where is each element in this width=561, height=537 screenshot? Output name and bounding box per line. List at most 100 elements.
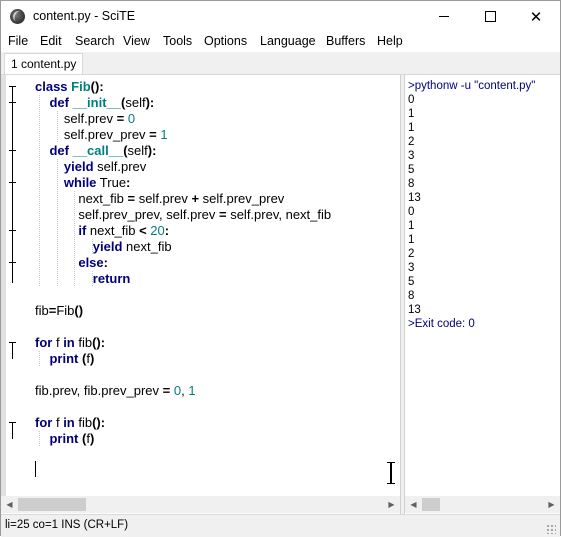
code-line[interactable]: fib.prev, fib.prev_prev = 0, 1 [35, 383, 331, 399]
maximize-button[interactable] [467, 1, 513, 32]
indent-guide [39, 143, 40, 159]
menu-file[interactable]: File [8, 34, 28, 48]
output-line: 0 [408, 206, 415, 218]
code-line[interactable]: for f in fib(): [35, 415, 331, 431]
output-line: 5 [408, 276, 415, 288]
code-line[interactable]: print (f) [35, 431, 331, 447]
scroll-right-icon[interactable]: ▶ [383, 496, 400, 513]
code-token: = [127, 191, 136, 206]
fold-margin[interactable] [6, 75, 20, 496]
resize-grip-icon[interactable] [546, 524, 556, 534]
menu-tools[interactable]: Tools [163, 34, 192, 48]
indent-guide [91, 239, 93, 255]
code-line[interactable]: self.prev = 0 [35, 111, 331, 127]
code-line[interactable]: yield self.prev [35, 159, 331, 175]
code-token: in [63, 335, 75, 350]
code-line[interactable] [35, 319, 331, 335]
menu-language[interactable]: Language [260, 34, 316, 48]
indent-guide [56, 255, 58, 271]
code-token: = [149, 127, 157, 142]
output-line: 3 [408, 262, 415, 274]
output-hscrollbar[interactable]: ◀ ▶ [405, 496, 560, 513]
indent-guide [39, 271, 40, 287]
menu-help[interactable]: Help [377, 34, 403, 48]
editor-hscrollbar[interactable]: ◀ ▶ [1, 496, 400, 513]
code-token: self.prev_prev [35, 127, 150, 142]
fold-marker-while[interactable] [9, 182, 16, 183]
code-text[interactable]: class Fib(): def __init__(self): self.pr… [35, 79, 331, 479]
code-token: () [74, 303, 84, 318]
menu-buffers[interactable]: Buffers [326, 34, 365, 48]
code-line[interactable]: while True: [35, 175, 331, 191]
code-token: 1 [160, 127, 168, 142]
code-token: f [52, 335, 64, 350]
code-line[interactable]: def __init__(self): [35, 95, 331, 111]
code-line[interactable]: yield next_fib [35, 239, 331, 255]
editor-pane[interactable]: class Fib(): def __init__(self): self.pr… [1, 75, 400, 496]
scroll-left-icon[interactable]: ◀ [405, 496, 422, 513]
output-text: >pythonw -u "content.py" 0 1 1 2 3 5 8 13 0 1 1 2 3 5 8… [408, 79, 535, 331]
indent-guide [39, 431, 40, 447]
fold-marker-else[interactable] [9, 262, 16, 263]
menu-search[interactable]: Search [75, 34, 115, 48]
code-token: yield [63, 159, 94, 174]
indent-guide [91, 271, 93, 287]
menu-edit[interactable]: Edit [40, 34, 62, 48]
output-line: 1 [408, 122, 415, 134]
scroll-right-icon[interactable]: ▶ [543, 496, 560, 513]
minimize-icon [439, 16, 449, 17]
code-token: f [52, 415, 64, 430]
close-button[interactable]: ✕ [513, 1, 559, 32]
code-line[interactable] [35, 287, 331, 303]
scite-app-icon[interactable] [10, 9, 25, 24]
code-line[interactable]: next_fib = self.prev + self.prev_prev [35, 191, 331, 207]
output-pane[interactable]: >pythonw -u "content.py" 0 1 1 2 3 5 8 13 0 1 1 2 3 5 8… [405, 75, 560, 496]
fold-line [12, 343, 13, 359]
indent-guide [39, 223, 40, 239]
code-token: __call__ [72, 143, 124, 158]
code-line[interactable]: return [35, 271, 331, 287]
code-token: else [78, 255, 104, 270]
window-title: content.py - SciTE [33, 9, 136, 23]
code-line[interactable]: if next_fib < 20: [35, 223, 331, 239]
code-line[interactable] [35, 447, 331, 463]
minimize-button[interactable] [421, 1, 467, 32]
fold-line [12, 87, 13, 283]
code-line[interactable] [35, 367, 331, 383]
code-line[interactable]: print (f) [35, 351, 331, 367]
code-token: self.prev, next_fib [226, 207, 332, 222]
code-token: : [164, 223, 170, 238]
maximize-icon [484, 11, 496, 22]
indent-guide [56, 111, 58, 127]
code-token: (): [92, 335, 106, 350]
code-token: next_fib [122, 239, 172, 254]
menu-options[interactable]: Options [204, 34, 247, 48]
code-line[interactable]: for f in fib(): [35, 335, 331, 351]
fold-marker-call[interactable] [9, 150, 16, 151]
fold-marker-if[interactable] [9, 230, 16, 231]
code-line[interactable] [35, 463, 331, 479]
code-line[interactable]: self.prev_prev, self.prev = self.prev, n… [35, 207, 331, 223]
code-line[interactable] [35, 399, 331, 415]
fold-marker-init[interactable] [9, 102, 16, 103]
code-line[interactable]: else: [35, 255, 331, 271]
code-line[interactable]: self.prev_prev = 1 [35, 127, 331, 143]
indent-guide [74, 191, 76, 207]
title-bar[interactable]: content.py - SciTE ✕ [1, 1, 560, 32]
scroll-left-icon[interactable]: ◀ [1, 496, 18, 513]
code-token: class [35, 79, 68, 94]
code-token: print [49, 431, 79, 446]
output-hscroll-thumb[interactable] [422, 498, 440, 511]
code-line[interactable]: fib=Fib() [35, 303, 331, 319]
code-line[interactable]: class Fib(): [35, 79, 331, 95]
code-token: def [49, 143, 69, 158]
editor-hscroll-thumb[interactable] [18, 498, 86, 511]
code-line[interactable]: def __call__(self): [35, 143, 331, 159]
tab-content-py[interactable]: 1 content.py [4, 53, 84, 74]
menu-view[interactable]: View [123, 34, 150, 48]
output-line: 8 [408, 178, 415, 190]
indent-guide [39, 351, 40, 367]
